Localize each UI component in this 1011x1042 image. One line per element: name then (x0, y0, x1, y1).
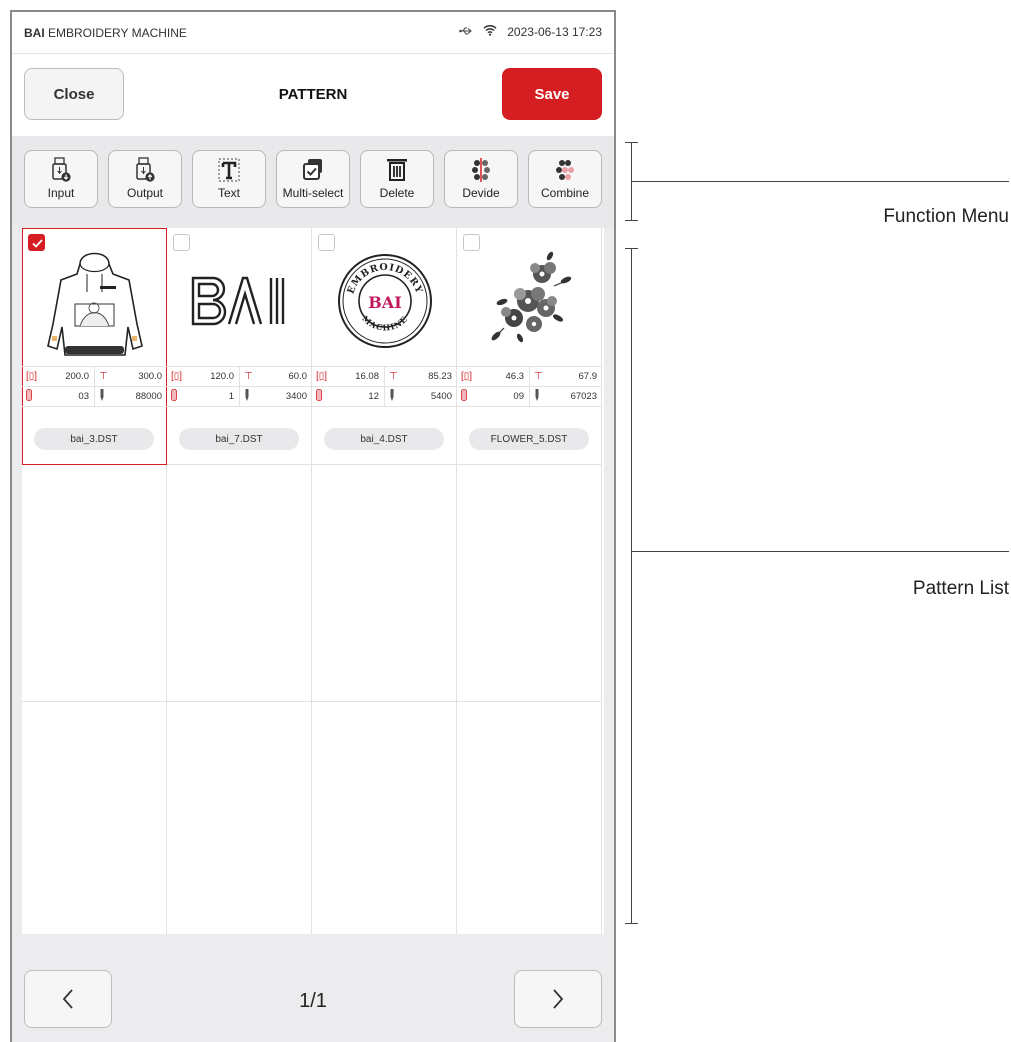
usb-input-icon (52, 157, 71, 182)
pattern-stats: [▯] 46.3 ⊤ 67.9 09 67023 (457, 366, 602, 407)
text-label: Text (217, 186, 240, 200)
usb-icon (459, 25, 473, 39)
pattern-filename: bai_3.DST (34, 428, 154, 450)
output-label: Output (126, 186, 164, 200)
device-frame: BAI EMBROIDERY MACHINE 2023-06-13 17:23 … (10, 10, 616, 1042)
pattern-card-bai-7[interactable]: BAI [▯] 120.0 ⊤ 60.0 1 3400 bai_7.DST (167, 228, 312, 465)
status-datetime: 2023-06-13 17:23 (507, 24, 602, 39)
delete-button[interactable]: Delete (360, 150, 434, 208)
pattern-stitches: 3400 (285, 391, 307, 402)
output-button[interactable]: Output (108, 150, 182, 208)
trash-icon (387, 159, 407, 181)
thread-color-icon (26, 389, 32, 404)
chevron-right-icon (553, 989, 564, 1009)
save-button[interactable]: Save (502, 68, 602, 120)
pattern-colors: 12 (368, 391, 379, 402)
needle-icon (99, 389, 105, 404)
bai-logo-text: BAI (239, 332, 241, 335)
pattern-list-annotation: Pattern List (912, 578, 1009, 599)
flower-thumbnail (467, 240, 592, 362)
combine-label: Combine (540, 186, 590, 200)
pattern-card-bai-3[interactable]: [▯] 200.0 ⊤ 300.0 03 88000 bai_3.DST (22, 228, 167, 465)
needle-icon (534, 389, 540, 404)
height-icon: ⊤ (534, 371, 543, 382)
badge-center-text: BAI (368, 293, 401, 312)
input-label: Input (47, 186, 75, 200)
delete-label: Delete (379, 186, 415, 200)
function-menu: Input Output Text Multi-select Delete De… (12, 136, 614, 228)
empty-slot (22, 465, 167, 702)
divide-icon (472, 158, 490, 182)
pattern-height: 300.0 (138, 371, 162, 382)
pattern-filename: bai_7.DST (179, 428, 299, 450)
pattern-width: 16.08 (355, 371, 379, 382)
multi-select-label: Multi-select (282, 186, 344, 200)
input-button[interactable]: Input (24, 150, 98, 208)
pattern-filename: bai_4.DST (324, 428, 444, 450)
wifi-icon (483, 24, 497, 39)
empty-slot (457, 702, 602, 934)
combine-button[interactable]: Combine (528, 150, 602, 208)
pattern-width: 200.0 (65, 371, 89, 382)
empty-slot (312, 465, 457, 702)
pattern-stats: [▯] 16.08 ⊤ 85.23 12 5400 (312, 366, 457, 407)
empty-slot (167, 702, 312, 934)
header-bar: Close PATTERN Save (12, 54, 614, 136)
pattern-card-flower-5[interactable]: [▯] 46.3 ⊤ 67.9 09 67023 FLOWER_5.DST (457, 228, 602, 465)
pattern-list: [▯] 200.0 ⊤ 300.0 03 88000 bai_3.DST BAI… (22, 228, 604, 934)
thread-color-icon (171, 389, 177, 404)
height-icon: ⊤ (389, 371, 398, 382)
pattern-height: 67.9 (578, 371, 598, 382)
status-bar: BAI EMBROIDERY MACHINE 2023-06-13 17:23 (12, 12, 614, 54)
pattern-stats: [▯] 200.0 ⊤ 300.0 03 88000 (22, 366, 167, 407)
pattern-width: 46.3 (505, 371, 525, 382)
usb-output-icon (136, 157, 155, 182)
pattern-filename: FLOWER_5.DST (469, 428, 589, 450)
divide-label: Devide (462, 186, 500, 200)
needle-icon (244, 389, 250, 404)
multi-select-button[interactable]: Multi-select (276, 150, 350, 208)
height-icon: ⊤ (244, 371, 253, 382)
thread-color-icon (316, 389, 322, 404)
pattern-width: 120.0 (210, 371, 234, 382)
empty-slot (167, 465, 312, 702)
empty-slot (22, 702, 167, 934)
pattern-card-bai-4[interactable]: EMBROIDERY MACHINE BAI [▯] 16.08 ⊤ 85.23 1… (312, 228, 457, 465)
brand-label: BAI EMBROIDERY MACHINE (24, 26, 187, 40)
badge-thumbnail: EMBROIDERY MACHINE BAI (322, 240, 447, 362)
pattern-stitches: 67023 (570, 391, 597, 402)
divide-button[interactable]: Devide (444, 150, 518, 208)
text-button[interactable]: Text (192, 150, 266, 208)
pattern-stats: [▯] 120.0 ⊤ 60.0 1 3400 (167, 366, 312, 407)
thread-color-icon (461, 389, 467, 404)
pattern-colors: 1 (228, 391, 234, 402)
multi-select-icon (303, 159, 322, 180)
pattern-colors: 09 (513, 391, 524, 402)
pattern-stitches: 5400 (430, 391, 452, 402)
width-icon: [▯] (461, 371, 473, 382)
needle-icon (389, 389, 395, 404)
empty-slot (457, 465, 602, 702)
pattern-stitches: 88000 (135, 391, 162, 402)
width-icon: [▯] (26, 371, 38, 382)
text-icon (218, 158, 240, 182)
pattern-height: 85.23 (428, 371, 452, 382)
height-icon: ⊤ (99, 371, 108, 382)
empty-slot (312, 702, 457, 934)
pattern-colors: 03 (78, 391, 89, 402)
pattern-height: 60.0 (288, 371, 308, 382)
combine-icon (556, 160, 574, 180)
pagination-bar: 1/1 (12, 934, 614, 1042)
width-icon: [▯] (316, 371, 328, 382)
bai-logo-thumbnail: BAI (177, 240, 302, 362)
function-menu-annotation: Function Menu (883, 206, 1009, 227)
width-icon: [▯] (171, 371, 183, 382)
hoodie-thumbnail (32, 240, 157, 362)
next-page-button[interactable] (514, 970, 602, 1028)
